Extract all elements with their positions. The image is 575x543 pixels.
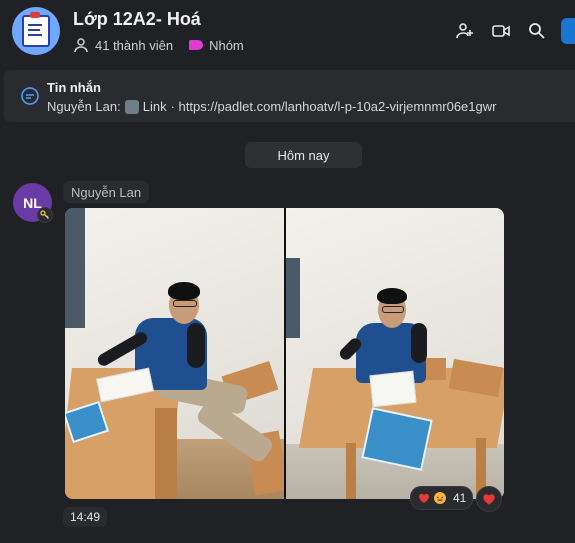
video-call-button[interactable] (489, 19, 513, 43)
photo-1[interactable] (65, 208, 284, 499)
pinned-link-text[interactable]: · https://padlet.com/lanhoatv/l-p-10a2-v… (171, 99, 497, 114)
chat-icon (21, 87, 39, 105)
message-time: 14:49 (63, 507, 107, 527)
add-member-button[interactable] (453, 19, 477, 43)
pinned-sender: Nguyễn Lan: (47, 99, 121, 114)
video-call-icon (492, 25, 510, 37)
add-member-icon (456, 23, 473, 39)
group-label: Nhóm (209, 37, 244, 53)
pinned-message-bar[interactable]: Tin nhắn Nguyễn Lan: Link · https://padl… (4, 70, 575, 122)
sender-name[interactable]: Nguyễn Lan (63, 181, 150, 203)
react-heart-button[interactable] (476, 486, 502, 512)
header-actions (441, 18, 575, 44)
search-button[interactable] (525, 19, 549, 43)
key-icon (37, 207, 53, 223)
laughing-emoji-icon (433, 491, 447, 505)
pinned-preview: Nguyễn Lan: Link · https://padlet.com/la… (47, 99, 496, 114)
group-title[interactable]: Lớp 12A2- Hoá (73, 9, 201, 30)
photo-2[interactable] (286, 208, 504, 499)
group-meta: 41 thành viên Nhóm (73, 37, 244, 53)
heart-icon (483, 494, 495, 505)
heart-icon (417, 491, 431, 505)
group-tag-icon (189, 40, 204, 50)
member-count[interactable]: 41 thành viên (95, 38, 173, 53)
chat-window: Lớp 12A2- Hoá 41 thành viên Nhóm Tin nhắ… (0, 0, 575, 543)
link-thumbnail-icon (124, 99, 139, 114)
chat-header: Lớp 12A2- Hoá 41 thành viên Nhóm (0, 0, 575, 64)
group-avatar[interactable] (12, 7, 60, 55)
member-icon (74, 38, 88, 53)
sidebar-toggle-button[interactable] (561, 18, 575, 44)
pinned-link-label: Link (142, 99, 167, 114)
photo-album (65, 208, 504, 499)
clipboard-icon (22, 12, 50, 47)
search-icon (529, 23, 545, 39)
reaction-count: 41 (453, 491, 467, 505)
pinned-title: Tin nhắn (47, 80, 101, 95)
reaction-summary[interactable]: 41 (410, 486, 474, 510)
date-divider: Hôm nay (245, 142, 362, 168)
